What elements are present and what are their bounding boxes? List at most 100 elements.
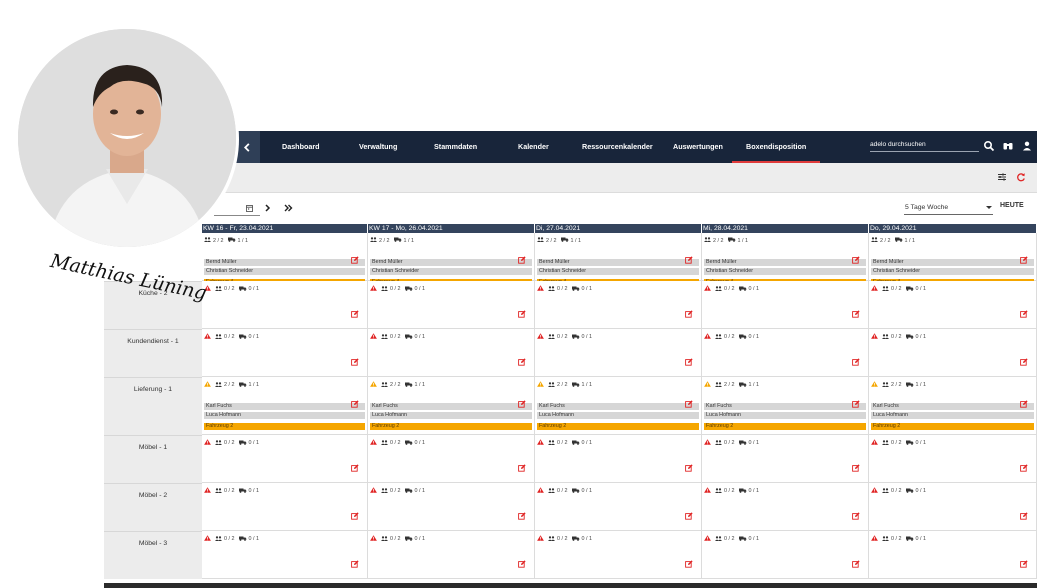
assigned-person-chip[interactable]: Karl Fuchs	[204, 403, 365, 410]
assigned-vehicle-chip[interactable]: Fahrzeug 2	[370, 423, 532, 430]
schedule-cell[interactable]: 0 / 2 0 / 1	[535, 483, 702, 531]
nav-item-kalender[interactable]: Kalender	[518, 131, 549, 163]
edit-icon[interactable]	[852, 305, 860, 318]
edit-icon[interactable]	[685, 305, 693, 318]
assigned-vehicle-chip[interactable]: Fahrzeug 2	[204, 423, 365, 430]
edit-icon[interactable]	[351, 353, 359, 366]
edit-icon[interactable]	[852, 555, 860, 568]
schedule-cell[interactable]: 0 / 2 0 / 1	[535, 329, 702, 377]
today-button[interactable]: HEUTE	[1000, 202, 1024, 209]
assigned-person-chip[interactable]: Christian Schneider	[204, 268, 365, 275]
schedule-cell[interactable]: 0 / 2 0 / 1	[368, 281, 535, 329]
schedule-cell[interactable]: 0 / 2 0 / 1	[368, 483, 535, 531]
nav-item-verwaltung[interactable]: Verwaltung	[359, 131, 397, 163]
edit-icon[interactable]	[1020, 507, 1028, 520]
schedule-cell[interactable]: 2 / 2 1 / 1 Bernd Müller Christian Schneide…	[202, 233, 368, 286]
assigned-person-chip[interactable]: Bernd Müller	[537, 259, 699, 266]
schedule-cell[interactable]: 0 / 2 0 / 1	[869, 435, 1037, 483]
schedule-cell[interactable]: 0 / 2 0 / 1	[202, 483, 368, 531]
edit-icon[interactable]	[518, 305, 526, 318]
schedule-cell[interactable]: 0 / 2 0 / 1	[202, 531, 368, 579]
schedule-cell[interactable]: 0 / 2 0 / 1	[702, 329, 869, 377]
edit-icon[interactable]	[685, 251, 693, 264]
schedule-cell[interactable]: 0 / 2 0 / 1	[535, 435, 702, 483]
edit-icon[interactable]	[351, 459, 359, 472]
schedule-cell[interactable]: 2 / 2 1 / 1 Bernd Müller Christian Schneide…	[535, 233, 702, 286]
edit-icon[interactable]	[1020, 459, 1028, 472]
assigned-person-chip[interactable]: Luca Hofmann	[704, 412, 866, 419]
schedule-cell[interactable]: 0 / 2 0 / 1	[702, 435, 869, 483]
assigned-person-chip[interactable]: Bernd Müller	[704, 259, 866, 266]
user-icon[interactable]	[1021, 140, 1033, 152]
search-icon[interactable]	[983, 140, 995, 152]
search-input[interactable]	[870, 138, 979, 152]
edit-icon[interactable]	[852, 353, 860, 366]
assigned-person-chip[interactable]: Luca Hofmann	[537, 412, 699, 419]
edit-icon[interactable]	[351, 305, 359, 318]
schedule-cell[interactable]: 0 / 2 0 / 1	[202, 435, 368, 483]
assigned-person-chip[interactable]: Bernd Müller	[871, 259, 1034, 266]
assigned-person-chip[interactable]: Karl Fuchs	[704, 403, 866, 410]
edit-icon[interactable]	[351, 395, 359, 408]
edit-icon[interactable]	[852, 507, 860, 520]
chevron-right-icon[interactable]	[264, 204, 271, 212]
schedule-cell[interactable]: 0 / 2 0 / 1	[368, 329, 535, 377]
edit-icon[interactable]	[685, 555, 693, 568]
edit-icon[interactable]	[518, 555, 526, 568]
schedule-cell[interactable]: 2 / 2 1 / 1 Karl Fuchs Luca Hofmann Fahrzeug…	[702, 377, 869, 435]
refresh-icon[interactable]	[1016, 172, 1026, 182]
schedule-cell[interactable]: 0 / 2 0 / 1	[869, 329, 1037, 377]
schedule-cell[interactable]: 2 / 2 1 / 1 Karl Fuchs Luca Hofmann Fahrzeug…	[869, 377, 1037, 435]
assigned-person-chip[interactable]: Luca Hofmann	[370, 412, 532, 419]
edit-icon[interactable]	[852, 251, 860, 264]
assigned-person-chip[interactable]: Luca Hofmann	[871, 412, 1034, 419]
edit-icon[interactable]	[852, 459, 860, 472]
edit-icon[interactable]	[685, 459, 693, 472]
bottom-scrollbar[interactable]	[104, 583, 1037, 588]
nav-item-auswertungen[interactable]: Auswertungen	[673, 131, 723, 163]
schedule-cell[interactable]: 2 / 2 1 / 1 Bernd Müller Christian Schneide…	[368, 233, 535, 286]
edit-icon[interactable]	[685, 507, 693, 520]
assigned-person-chip[interactable]: Christian Schneider	[704, 268, 866, 275]
edit-icon[interactable]	[518, 251, 526, 264]
calendar-icon[interactable]	[246, 204, 253, 212]
assigned-person-chip[interactable]: Luca Hofmann	[204, 412, 365, 419]
edit-icon[interactable]	[518, 507, 526, 520]
edit-icon[interactable]	[852, 395, 860, 408]
binoculars-icon[interactable]	[1002, 140, 1014, 152]
edit-icon[interactable]	[1020, 555, 1028, 568]
edit-icon[interactable]	[1020, 395, 1028, 408]
schedule-cell[interactable]: 0 / 2 0 / 1	[535, 531, 702, 579]
schedule-cell[interactable]: 2 / 2 1 / 1 Karl Fuchs Luca Hofmann Fahrzeug…	[535, 377, 702, 435]
schedule-cell[interactable]: 2 / 2 1 / 1 Karl Fuchs Luca Hofmann Fahrzeug…	[368, 377, 535, 435]
edit-icon[interactable]	[351, 555, 359, 568]
edit-icon[interactable]	[518, 395, 526, 408]
schedule-cell[interactable]: 2 / 2 1 / 1 Bernd Müller Christian Schneide…	[869, 233, 1037, 286]
nav-item-boxendisposition[interactable]: Boxendisposition	[731, 131, 821, 163]
assigned-person-chip[interactable]: Karl Fuchs	[871, 403, 1034, 410]
edit-icon[interactable]	[351, 251, 359, 264]
schedule-cell[interactable]: 0 / 2 0 / 1	[202, 329, 368, 377]
schedule-cell[interactable]: 0 / 2 0 / 1	[535, 281, 702, 329]
schedule-cell[interactable]: 0 / 2 0 / 1	[702, 531, 869, 579]
schedule-cell[interactable]: 0 / 2 0 / 1	[702, 281, 869, 329]
assigned-person-chip[interactable]: Bernd Müller	[204, 259, 365, 266]
edit-icon[interactable]	[1020, 353, 1028, 366]
assigned-person-chip[interactable]: Christian Schneider	[370, 268, 532, 275]
assigned-person-chip[interactable]: Karl Fuchs	[370, 403, 532, 410]
schedule-cell[interactable]: 0 / 2 0 / 1	[368, 435, 535, 483]
schedule-cell[interactable]: 0 / 2 0 / 1	[869, 281, 1037, 329]
nav-item-stammdaten[interactable]: Stammdaten	[434, 131, 477, 163]
edit-icon[interactable]	[685, 395, 693, 408]
schedule-cell[interactable]: 0 / 2 0 / 1	[869, 531, 1037, 579]
edit-icon[interactable]	[685, 353, 693, 366]
assigned-person-chip[interactable]: Bernd Müller	[370, 259, 532, 266]
schedule-cell[interactable]: 0 / 2 0 / 1	[702, 483, 869, 531]
schedule-cell[interactable]: 0 / 2 0 / 1	[202, 281, 368, 329]
filter-settings-icon[interactable]	[997, 172, 1007, 182]
date-picker-input[interactable]	[214, 203, 260, 216]
edit-icon[interactable]	[351, 507, 359, 520]
assigned-vehicle-chip[interactable]: Fahrzeug 2	[704, 423, 866, 430]
edit-icon[interactable]	[1020, 305, 1028, 318]
assigned-person-chip[interactable]: Christian Schneider	[537, 268, 699, 275]
